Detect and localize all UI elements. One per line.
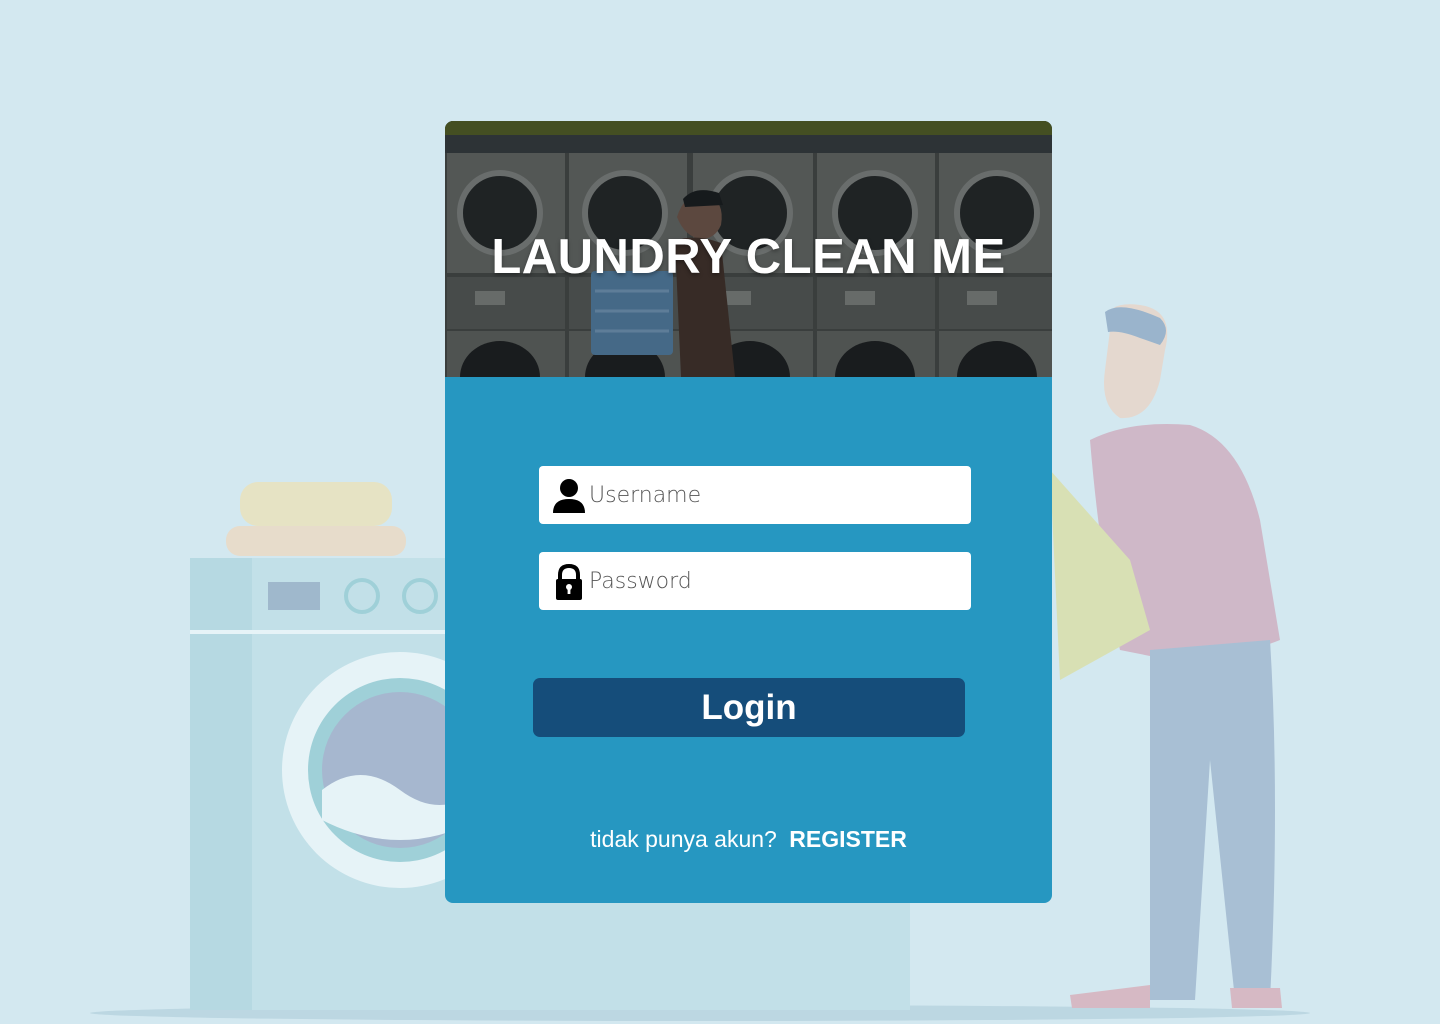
- password-field[interactable]: [539, 552, 971, 610]
- user-icon: [553, 479, 585, 513]
- login-card: LAUNDRY CLEAN ME Login tidak punya akun?…: [445, 121, 1052, 903]
- login-button[interactable]: Login: [533, 678, 965, 737]
- username-field[interactable]: [539, 466, 971, 524]
- lock-icon: [556, 564, 582, 600]
- username-input[interactable]: [589, 466, 959, 524]
- app-title: LAUNDRY CLEAN ME: [491, 230, 1006, 284]
- password-input[interactable]: [589, 552, 959, 610]
- register-prompt-text: tidak punya akun?: [590, 826, 777, 852]
- hero-banner: LAUNDRY CLEAN ME: [445, 121, 1052, 377]
- register-prompt: tidak punya akun? REGISTER: [445, 826, 1052, 853]
- register-link[interactable]: REGISTER: [789, 826, 907, 852]
